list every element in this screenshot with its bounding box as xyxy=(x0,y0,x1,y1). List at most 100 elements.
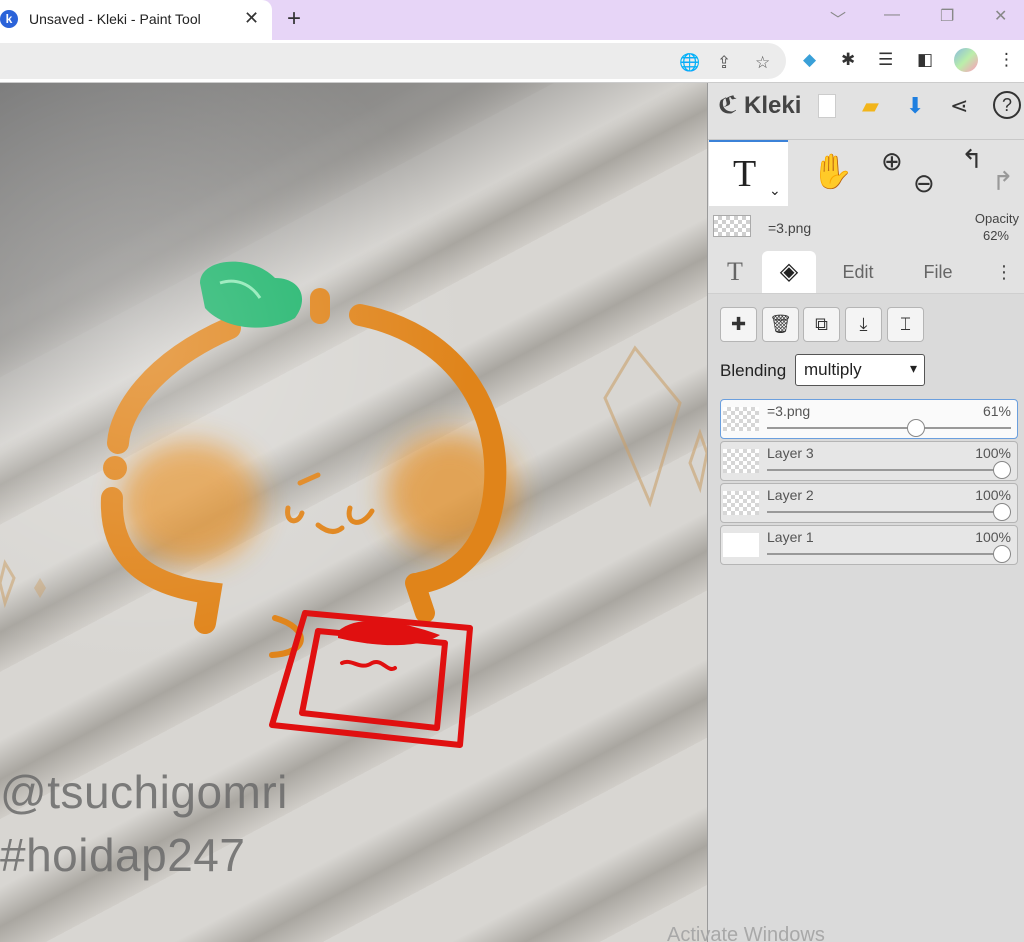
browser-tabstrip: k Unsaved - Kleki - Paint Tool ✕ + ﹀ — ❐… xyxy=(0,0,1024,40)
blending-value: multiply xyxy=(804,360,862,379)
layer-item[interactable]: Layer 2 100% xyxy=(720,483,1018,523)
zoom-in-icon[interactable]: ⊕ xyxy=(881,146,903,177)
tab-tool-settings[interactable]: T xyxy=(720,251,750,293)
activate-windows-overlay: Activate Windows xyxy=(667,924,825,942)
head-tuft xyxy=(310,288,330,324)
tab-search-icon[interactable]: ﹀ xyxy=(830,6,846,30)
layer-opacity-track[interactable] xyxy=(767,553,1011,555)
bookmark-star-icon[interactable]: ☆ xyxy=(755,53,770,73)
layer-opacity-slider[interactable] xyxy=(993,503,1011,521)
kleki-k-icon: ℭ xyxy=(718,92,738,119)
layer-opacity-track[interactable] xyxy=(767,469,1011,471)
side-panel-icon[interactable]: ◧ xyxy=(917,50,933,70)
sparkle-right xyxy=(603,345,682,508)
delete-layer-button[interactable]: 🗑 xyxy=(762,307,799,342)
screen: k Unsaved - Kleki - Paint Tool ✕ + ﹀ — ❐… xyxy=(0,0,1024,942)
right-blush xyxy=(385,433,515,553)
left-eye xyxy=(285,505,305,524)
drawing-canvas[interactable]: @tsuchigomri #hoidap247 xyxy=(0,83,707,942)
tab-file[interactable]: File xyxy=(908,251,968,293)
layer-thumbnail xyxy=(723,407,759,431)
download-icon[interactable]: ⬇ xyxy=(906,93,924,119)
head-outline-left xyxy=(107,317,241,454)
duplicate-layer-button[interactable]: ⧉ xyxy=(803,307,840,342)
red-squiggle xyxy=(340,659,397,671)
layer-thumbnail xyxy=(723,533,759,557)
layer-opacity-slider[interactable] xyxy=(993,461,1011,479)
red-blob xyxy=(338,620,440,646)
layer-thumbnail xyxy=(723,449,759,473)
new-tab-button[interactable]: + xyxy=(287,5,301,33)
layer-item[interactable]: Layer 1 100% xyxy=(720,525,1018,565)
layer-opacity-track[interactable] xyxy=(767,511,1011,513)
green-leaf xyxy=(200,261,303,328)
kleki-logo[interactable]: ℭ Kleki xyxy=(718,91,801,120)
hand-tool-icon[interactable]: ✋ xyxy=(811,152,853,192)
share-icon[interactable]: ⋖ xyxy=(950,93,968,119)
browser-menu-icon[interactable]: ⋮ xyxy=(998,50,1015,70)
watermark-hashtag: #hoidap247 xyxy=(0,829,246,881)
more-menu-icon[interactable]: ⋮ xyxy=(992,251,1016,293)
layer-item[interactable]: Layer 3 100% xyxy=(720,441,1018,481)
current-layer-thumbnail xyxy=(713,215,751,237)
undo-icon[interactable]: ↰ xyxy=(961,144,983,175)
head-outline-bottom xyxy=(100,487,223,634)
restore-icon[interactable]: ❐ xyxy=(940,6,954,26)
help-icon[interactable]: ? xyxy=(993,91,1021,119)
canvas-artwork xyxy=(0,261,707,748)
brow xyxy=(297,472,321,486)
left-arm xyxy=(269,615,304,658)
layer-name: Layer 3 xyxy=(767,445,814,461)
layer-opacity-slider[interactable] xyxy=(906,419,925,437)
chevron-down-icon[interactable]: ⌄ xyxy=(769,182,781,199)
layer-opacity: 61% xyxy=(982,403,1011,419)
extensions-puzzle-icon[interactable]: ✱ xyxy=(841,50,855,70)
red-frame-outer xyxy=(269,610,473,748)
text-tool-button[interactable]: T ⌄ xyxy=(709,140,788,206)
minimize-icon[interactable]: — xyxy=(884,6,900,24)
brand-name: Kleki xyxy=(744,92,802,119)
right-eye xyxy=(346,505,375,525)
sparkle-small xyxy=(34,578,46,598)
layer-opacity: 100% xyxy=(975,529,1011,545)
layers-panel: ✚ 🗑 ⧉ ⤓ ⌶ Blending multiply ▾ =3.png 61%… xyxy=(708,293,1024,942)
layer-name: Layer 2 xyxy=(767,487,814,503)
layer-item[interactable]: =3.png 61% xyxy=(720,399,1018,439)
add-layer-button[interactable]: ✚ xyxy=(720,307,757,342)
close-window-icon[interactable]: ✕ xyxy=(994,6,1007,26)
chevron-down-icon: ▾ xyxy=(909,360,917,376)
layer-opacity-track[interactable] xyxy=(767,427,1011,429)
merge-layer-button[interactable]: ⤓ xyxy=(845,307,882,342)
tab-edit[interactable]: Edit xyxy=(828,251,888,293)
rename-layer-button[interactable]: ⌶ xyxy=(887,307,924,342)
blending-select[interactable]: multiply ▾ xyxy=(795,354,925,386)
extension-shield-icon[interactable]: ◆ xyxy=(803,50,816,70)
browser-tab[interactable]: k Unsaved - Kleki - Paint Tool ✕ xyxy=(0,0,272,40)
layers-stack-icon: ◈ xyxy=(779,258,799,285)
profile-avatar[interactable] xyxy=(954,48,978,72)
kleki-side-panel: ℭ Kleki ▰ ⬇ ⋖ ? T ⌄ ✋ ⊕ ⊖ ↰ ↱ =3.png Opac… xyxy=(707,83,1024,942)
media-control-icon[interactable]: ☰ xyxy=(878,50,893,70)
layer-opacity: 100% xyxy=(975,487,1011,503)
tab-layers[interactable]: ◈ xyxy=(762,251,816,293)
translate-icon[interactable]: 🌐 xyxy=(679,53,700,73)
tab-title: Unsaved - Kleki - Paint Tool xyxy=(29,11,201,27)
share-page-icon[interactable]: ⇪ xyxy=(717,53,731,73)
watermark-handle: @tsuchigomri xyxy=(0,766,288,818)
new-document-icon[interactable] xyxy=(818,94,836,118)
panel-tabs: T ◈ Edit File ⋮ xyxy=(708,251,1024,293)
tab-close-icon[interactable]: ✕ xyxy=(244,8,259,29)
layer-name: Layer 1 xyxy=(767,529,814,545)
address-bar[interactable]: 🌐 ⇪ ☆ xyxy=(0,43,786,79)
layer-opacity-slider[interactable] xyxy=(993,545,1011,563)
layer-opacity: 100% xyxy=(975,445,1011,461)
open-folder-icon[interactable]: ▰ xyxy=(862,93,879,119)
redo-icon[interactable]: ↱ xyxy=(992,166,1014,197)
mouth xyxy=(315,522,345,534)
sparkle-left xyxy=(0,559,16,609)
zoom-out-icon[interactable]: ⊖ xyxy=(913,168,935,199)
sparkle-edge xyxy=(688,428,707,494)
blending-label: Blending xyxy=(720,361,787,380)
head-outline-right xyxy=(349,304,507,594)
layer-thumbnail xyxy=(723,491,759,515)
